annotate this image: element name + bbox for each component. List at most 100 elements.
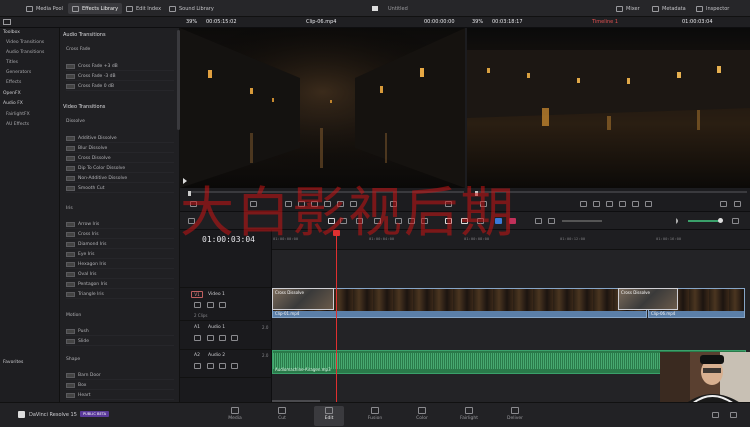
auto-select-icon[interactable] (207, 363, 214, 369)
effects-library-button[interactable]: Effects Library (68, 3, 123, 14)
tl-loop-icon[interactable] (645, 201, 652, 207)
panel-toggle-icon[interactable] (3, 19, 11, 25)
page-fairlight[interactable]: Fairlight (454, 406, 484, 426)
source-clip-name[interactable]: Clip-06.mp4 (306, 19, 336, 25)
transition-clip[interactable]: Cross Dissolve (618, 288, 678, 310)
effect-item[interactable]: Cross Iris (66, 230, 174, 239)
transition-thumb (66, 175, 75, 181)
timeline-viewer[interactable] (467, 28, 750, 188)
v1-track-id[interactable]: V1 (191, 291, 203, 298)
auto-select-icon[interactable] (207, 302, 214, 308)
zoom-slider[interactable] (562, 220, 602, 222)
video-visibility-icon[interactable] (219, 302, 226, 308)
viewer-header: 39% 00:05:15:02 Clip-06.mp4 00:00:00:00 … (0, 17, 750, 28)
category-audio-fx[interactable]: Audio FX (3, 101, 23, 106)
effect-item[interactable]: Diamond Iris (66, 240, 174, 249)
page-edit[interactable]: Edit (314, 406, 344, 426)
lock-icon[interactable] (194, 302, 201, 308)
tl-stop-icon[interactable] (606, 201, 613, 207)
home-icon[interactable] (712, 412, 719, 418)
category-openfx[interactable]: OpenFX (3, 91, 21, 96)
tl-skip-forward-icon[interactable] (632, 201, 639, 207)
timeline-zoom[interactable]: 39% (472, 19, 483, 25)
effect-item[interactable]: Box (66, 381, 174, 390)
effect-item[interactable]: Cross Fade +3 dB (66, 62, 174, 71)
effect-item[interactable]: Push (66, 327, 174, 336)
effect-item[interactable]: Eye Iris (66, 250, 174, 259)
effect-item[interactable]: Non-Additive Dissolve (66, 174, 174, 183)
a1-track-id[interactable]: A1 (194, 325, 200, 330)
auto-select-icon[interactable] (207, 335, 214, 341)
zoom-detail-icon[interactable] (548, 218, 555, 224)
solo-icon[interactable] (219, 335, 226, 341)
speaker-icon[interactable] (676, 218, 683, 224)
timeline-playhead[interactable] (336, 230, 337, 402)
a2-level: 2.0 (262, 353, 269, 358)
effect-item[interactable]: Hexagon Iris (66, 260, 174, 269)
effect-item[interactable]: Blur Dissolve (66, 144, 174, 153)
effect-item[interactable]: Cross Dissolve (66, 154, 174, 163)
tl-reverse-icon[interactable] (593, 201, 600, 207)
mute-icon[interactable] (231, 335, 238, 341)
lock-icon[interactable] (194, 335, 201, 341)
favorites-heading[interactable]: Favorites (3, 360, 23, 365)
effect-item[interactable]: Triangle Iris (66, 290, 174, 299)
effect-item[interactable]: Heart (66, 391, 174, 400)
effect-item[interactable]: Barn Door (66, 371, 174, 380)
transition-name: Cross Dissolve (275, 290, 304, 295)
transition-clip[interactable]: Cross Dissolve (272, 288, 334, 310)
tl-mark-out-icon[interactable] (734, 201, 741, 207)
effect-item[interactable]: Pentagon Iris (66, 280, 174, 289)
tl-skip-back-icon[interactable] (580, 201, 587, 207)
page-media[interactable]: Media (220, 406, 250, 426)
category-effects[interactable]: Effects (6, 80, 21, 85)
solo-icon[interactable] (219, 363, 226, 369)
category-fairlightfx[interactable]: FairlightFX (6, 112, 30, 117)
a1-track-name[interactable]: Audio 1 (208, 325, 225, 330)
audio1-track-header: A1 Audio 1 2.0 (180, 322, 272, 350)
timeline-name[interactable]: Timeline 1 (592, 19, 618, 25)
effect-item[interactable]: Arrow Iris (66, 220, 174, 229)
volume-knob[interactable] (718, 218, 723, 223)
mute-icon[interactable] (231, 363, 238, 369)
category-au-effects[interactable]: AU Effects (6, 122, 29, 127)
a2-track-name[interactable]: Audio 2 (208, 353, 225, 358)
lock-icon[interactable] (194, 363, 201, 369)
settings-gear-icon[interactable] (730, 412, 737, 418)
effect-item[interactable]: Slide (66, 337, 174, 346)
edit-index-button[interactable]: Edit Index (122, 3, 165, 14)
category-toolbox[interactable]: Toolbox (3, 30, 20, 35)
a2-track-id[interactable]: A2 (194, 353, 200, 358)
meter-icon[interactable] (732, 218, 739, 224)
effect-item[interactable]: Cross Fade 0 dB (66, 82, 174, 91)
source-viewer[interactable] (180, 28, 465, 188)
category-generators[interactable]: Generators (6, 70, 31, 75)
metadata-button[interactable]: Metadata (648, 3, 690, 14)
tl-mark-in-icon[interactable] (720, 201, 727, 207)
category-video-transitions[interactable]: Video Transitions (6, 40, 44, 45)
mixer-button[interactable]: Mixer (612, 3, 644, 14)
page-deliver[interactable]: Deliver (500, 406, 530, 426)
v1-track-name[interactable]: Video 1 (208, 292, 225, 297)
page-cut[interactable]: Cut (267, 406, 297, 426)
zoom-full-icon[interactable] (535, 218, 542, 224)
effect-item[interactable]: Cross Fade -3 dB (66, 72, 174, 81)
transition-thumb (66, 145, 75, 151)
page-fusion[interactable]: Fusion (360, 406, 390, 426)
effect-item[interactable]: Dip To Color Dissolve (66, 164, 174, 173)
page-color[interactable]: Color (407, 406, 437, 426)
tl-play-icon[interactable] (619, 201, 626, 207)
sound-library-button[interactable]: Sound Library (165, 3, 218, 14)
source-zoom[interactable]: 39% (186, 19, 197, 25)
effects-category-panel: Toolbox Video Transitions Audio Transiti… (0, 28, 60, 408)
volume-slider[interactable] (688, 220, 720, 222)
effect-item[interactable]: Oval Iris (66, 270, 174, 279)
inspector-button[interactable]: Inspector (692, 3, 733, 14)
category-titles[interactable]: Titles (6, 60, 18, 65)
effect-item[interactable]: Smooth Cut (66, 184, 174, 193)
effect-item[interactable]: Additive Dissolve (66, 134, 174, 143)
media-pool-button[interactable]: Media Pool (22, 3, 67, 14)
resolve-logo-icon (372, 6, 378, 11)
motion-heading: Motion (66, 313, 82, 318)
category-audio-transitions[interactable]: Audio Transitions (6, 50, 44, 55)
